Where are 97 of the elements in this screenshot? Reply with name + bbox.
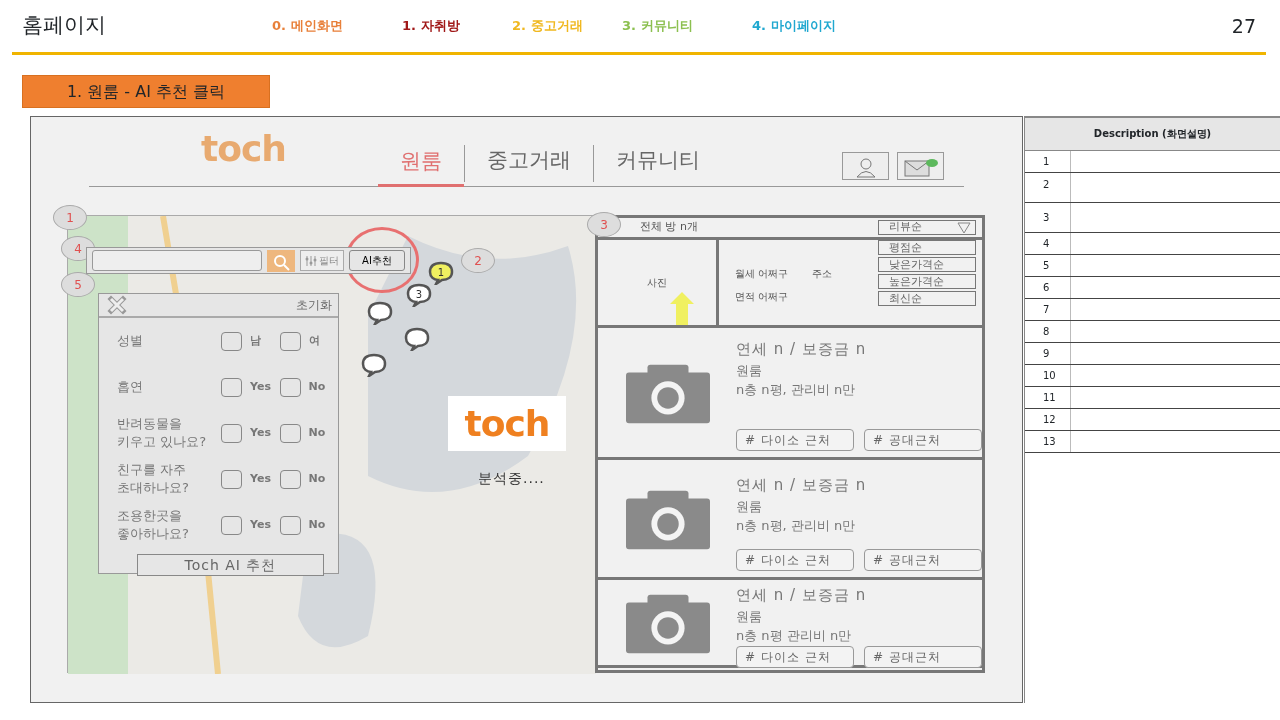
mail-button[interactable] <box>897 152 944 180</box>
checkbox[interactable] <box>279 377 301 397</box>
listing-price: 연세 n / 보증금 n <box>736 475 868 496</box>
question-label: 반려동물을 키우고 있나요? <box>117 415 208 451</box>
option-label: No <box>308 516 326 533</box>
row-number: 6 <box>1025 276 1070 298</box>
address-label: 주소 <box>812 267 833 281</box>
question-label: 흡연 <box>117 378 144 396</box>
nav-tab[interactable]: 커뮤니티 <box>592 144 722 182</box>
question-label: 조용한곳을 좋아하나요? <box>117 507 190 543</box>
ai-button[interactable]: AI추천 <box>349 250 405 271</box>
room-count: 전체 방 n개 <box>640 219 698 236</box>
speech-bubble-icon[interactable] <box>361 353 387 377</box>
slider-icon <box>305 254 317 267</box>
search-icon <box>272 253 290 271</box>
map-pin[interactable]: 1 <box>428 261 454 285</box>
nav-tab[interactable]: 중고거래 <box>463 144 593 182</box>
listing-detail: n층 n평, 관리비 n만 <box>736 517 857 535</box>
listing-card[interactable]: 연세 n / 보증금 n 원룸 n층 n평, 관리비 n만 # 다이소 근처 # 공대근처 <box>598 460 982 580</box>
caret-icon <box>957 221 971 234</box>
row-number: 9 <box>1025 342 1070 364</box>
checkbox[interactable] <box>221 377 242 397</box>
row-number: 12 <box>1025 408 1070 430</box>
checkbox[interactable] <box>279 423 301 443</box>
loading-logo: toch <box>448 396 566 451</box>
loading-text: 분석중.... <box>478 469 545 488</box>
tag-chip[interactable]: # 다이소 근처 <box>736 645 854 668</box>
close-icon[interactable] <box>107 295 127 315</box>
row-number: 7 <box>1025 298 1070 320</box>
listing-card[interactable]: 연세 n / 보증금 n 원룸 n층 n평, 관리비 n만 # 다이소 근처 # 공대근처 <box>598 328 982 460</box>
option-label: Yes <box>250 378 271 395</box>
room-type: 원룸 <box>736 497 763 516</box>
listing-detail: n층 n평 관리비 n만 <box>736 627 853 645</box>
row-number: 2 <box>1025 172 1070 202</box>
checkbox[interactable] <box>221 423 242 443</box>
listing-card[interactable]: 연세 n / 보증금 n 원룸 n층 n평 관리비 n만 # 다이소 근처 # 공대근처 <box>598 580 982 668</box>
question-label: 친구를 자주 초대하나요? <box>117 461 190 497</box>
mail-icon <box>903 156 938 177</box>
option-label: 남 <box>250 332 261 349</box>
sort-option[interactable]: 높은가격순 <box>878 274 976 289</box>
sort-option[interactable]: 낮은가격순 <box>878 257 976 272</box>
section-label: 1. 원룸 - AI 추천 클릭 <box>22 75 270 108</box>
listing-detail: n층 n평, 관리비 n만 <box>736 381 857 399</box>
sort-value: 리뷰순 <box>889 219 922 236</box>
profile-button[interactable] <box>842 152 889 180</box>
checkbox[interactable] <box>221 331 242 351</box>
row-number: 10 <box>1025 364 1070 386</box>
row-number: 5 <box>1025 254 1070 276</box>
nav-link[interactable]: 1. 자취방 <box>402 16 512 36</box>
checkbox[interactable] <box>279 331 301 351</box>
listing-price: 연세 n / 보증금 n <box>736 585 868 606</box>
search-field[interactable] <box>92 250 262 271</box>
map-pin[interactable]: 3 <box>406 283 432 307</box>
search-button[interactable] <box>267 249 295 272</box>
area-label: 면적 어쩌구 <box>735 290 790 304</box>
tag-chip[interactable]: # 다이소 근처 <box>736 549 854 571</box>
filter-button[interactable]: 필터 <box>300 250 344 271</box>
row-number: 1 <box>1025 150 1070 172</box>
room-type: 원룸 <box>736 361 763 380</box>
option-label: No <box>308 424 326 441</box>
checkbox[interactable] <box>279 515 301 535</box>
table-header: Description (화면설명) <box>1025 117 1280 150</box>
option-label: 여 <box>308 332 320 349</box>
ai-recommend-button[interactable]: Toch AI 추천 <box>137 554 324 576</box>
reset-link[interactable]: 초기화 <box>296 296 332 314</box>
checkbox[interactable] <box>221 469 242 489</box>
option-label: No <box>308 470 326 487</box>
sort-option[interactable]: 평점순 <box>878 240 976 255</box>
tag-chip[interactable]: # 공대근처 <box>864 645 982 668</box>
option-label: Yes <box>250 470 271 487</box>
rent-label: 월세 어쩌구 <box>735 267 789 281</box>
logo: toch <box>201 127 286 171</box>
sort-dropdown[interactable]: 리뷰순 <box>878 220 976 235</box>
page-number: 27 <box>1231 13 1256 39</box>
row-number: 11 <box>1025 386 1070 408</box>
question-label: 성별 <box>117 332 144 350</box>
speech-bubble-icon[interactable] <box>367 301 393 325</box>
tag-chip[interactable]: # 공대근처 <box>864 429 982 451</box>
room-type: 원룸 <box>736 607 763 626</box>
up-arrow-icon <box>670 292 694 325</box>
row-number: 8 <box>1025 320 1070 342</box>
tag-chip[interactable]: # 공대근처 <box>864 549 982 571</box>
row-number: 4 <box>1025 232 1070 254</box>
checkbox[interactable] <box>279 469 301 489</box>
speech-bubble-icon[interactable] <box>404 327 430 351</box>
checkbox[interactable] <box>221 515 242 535</box>
callout-marker: 1 <box>53 205 87 230</box>
option-label: No <box>308 378 326 395</box>
photo-label: 사진 <box>647 276 667 290</box>
listing-price: 연세 n / 보증금 n <box>736 339 868 360</box>
option-label: Yes <box>250 424 271 441</box>
row-number: 3 <box>1025 202 1070 232</box>
option-label: Yes <box>250 516 271 533</box>
sort-option[interactable]: 최신순 <box>878 291 976 306</box>
slide-title: 홈페이지 <box>22 12 107 40</box>
row-number: 13 <box>1025 430 1070 452</box>
tag-chip[interactable]: # 다이소 근처 <box>736 429 854 451</box>
